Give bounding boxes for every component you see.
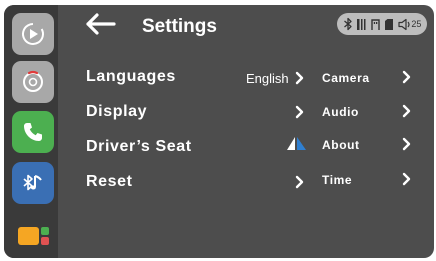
menu-item-time[interactable]: Time: [322, 173, 352, 187]
bluetooth-music-app-button[interactable]: [12, 162, 54, 204]
usb-icon: [370, 18, 381, 31]
screen: Settings 25 Languages English Display Dr…: [4, 5, 434, 258]
status-bar: 25: [337, 13, 427, 35]
bluetooth-music-icon: [20, 170, 46, 196]
siri-icon: [20, 69, 46, 95]
bluetooth-icon: [343, 17, 353, 31]
carplay-app-button[interactable]: [12, 13, 54, 55]
drivers-seat-side-icon: [286, 136, 308, 156]
volume-icon: [398, 18, 412, 31]
sd-card-icon: [384, 18, 394, 31]
menu-item-display[interactable]: Display: [86, 103, 147, 121]
volume-level: 25: [411, 19, 422, 29]
chevron-right-icon: [295, 105, 304, 119]
siri-app-button[interactable]: [12, 61, 54, 103]
chevron-right-icon: [295, 71, 304, 85]
menu-item-drivers-seat[interactable]: Driver’s Seat: [86, 138, 192, 156]
back-button[interactable]: [84, 12, 118, 40]
chevron-right-icon: [295, 175, 304, 189]
apps-icon: [15, 224, 51, 248]
menu-item-about[interactable]: About: [322, 138, 360, 152]
chevron-right-icon: [402, 172, 411, 186]
app-dock: [4, 5, 58, 258]
signal-icon: [356, 18, 366, 31]
back-arrow-icon: [84, 12, 116, 40]
page-title: Settings: [142, 16, 217, 37]
menu-item-reset[interactable]: Reset: [86, 173, 133, 191]
apps-button[interactable]: [12, 215, 54, 257]
language-value: English: [246, 71, 289, 86]
carplay-icon: [20, 21, 46, 47]
chevron-right-icon: [402, 70, 411, 84]
menu-item-camera[interactable]: Camera: [322, 71, 370, 85]
phone-icon: [21, 120, 45, 144]
menu-item-audio[interactable]: Audio: [322, 105, 359, 119]
menu-item-languages[interactable]: Languages: [86, 68, 176, 86]
chevron-right-icon: [402, 104, 411, 118]
chevron-right-icon: [402, 137, 411, 151]
phone-app-button[interactable]: [12, 111, 54, 153]
